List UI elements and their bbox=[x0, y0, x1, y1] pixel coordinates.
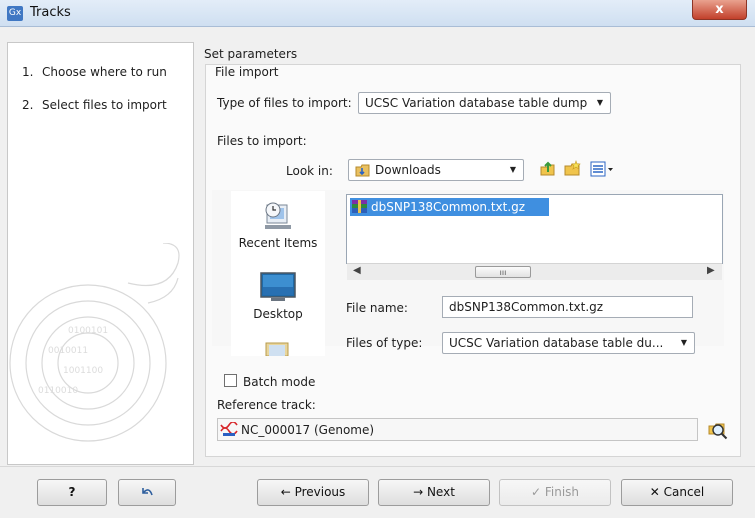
previous-button[interactable]: ← Previous bbox=[257, 479, 369, 506]
up-folder-icon[interactable] bbox=[539, 160, 556, 177]
files-of-type-label: Files of type: bbox=[346, 336, 423, 350]
cancel-label: Cancel bbox=[663, 485, 705, 499]
look-in-dropdown[interactable]: Downloads ▼ bbox=[348, 159, 524, 181]
places-sidebar: Recent Items Desktop bbox=[231, 191, 325, 356]
genome-track-icon bbox=[220, 422, 238, 436]
step-select-files-to-import[interactable]: 2. Select files to import bbox=[22, 98, 167, 112]
chevron-down-icon: ▼ bbox=[596, 98, 603, 107]
window-title: Tracks bbox=[30, 5, 71, 20]
view-menu-icon[interactable] bbox=[590, 161, 614, 177]
place-label: Recent Items bbox=[238, 236, 318, 250]
svg-text:1001100: 1001100 bbox=[63, 366, 103, 376]
svg-text:0110010: 0110010 bbox=[38, 386, 78, 396]
finish-button[interactable]: ✓ Finish bbox=[499, 479, 611, 506]
browse-search-icon[interactable] bbox=[707, 419, 729, 441]
file-type-dropdown[interactable]: UCSC Variation database table dump ▼ bbox=[358, 92, 611, 114]
cancel-x-icon: ✕ bbox=[649, 485, 664, 499]
documents-icon bbox=[265, 342, 289, 356]
file-type-value: UCSC Variation database table dump bbox=[365, 96, 588, 110]
decorative-swirl-logo: 0100101 0010011 1001100 0110010 bbox=[9, 243, 180, 442]
folder-icon bbox=[355, 164, 370, 177]
step-number: 2. bbox=[22, 98, 34, 112]
archive-file-icon bbox=[352, 200, 367, 213]
close-icon: x bbox=[715, 2, 724, 17]
svg-text:0010011: 0010011 bbox=[48, 346, 88, 356]
new-folder-icon[interactable] bbox=[564, 160, 581, 177]
step-label: Select files to import bbox=[42, 98, 167, 112]
chevron-down-icon: ▼ bbox=[680, 338, 687, 347]
horizontal-scrollbar[interactable]: ◀ ııı ▶ bbox=[347, 263, 722, 280]
checkmark-icon: ✓ bbox=[530, 485, 545, 499]
reference-track-label: Reference track: bbox=[217, 398, 316, 412]
scroll-thumb[interactable]: ııı bbox=[475, 266, 531, 278]
group-title: File import bbox=[213, 65, 281, 79]
title-bar: Gx Tracks bbox=[0, 0, 755, 27]
step-label: Choose where to run bbox=[42, 65, 167, 79]
file-name: dbSNP138Common.txt.gz bbox=[371, 200, 526, 214]
look-in-value: Downloads bbox=[375, 163, 441, 177]
undo-icon bbox=[142, 488, 153, 496]
files-of-type-dropdown[interactable]: UCSC Variation database table du... ▼ bbox=[442, 332, 695, 354]
file-name-label: File name: bbox=[346, 301, 408, 315]
cancel-button[interactable]: ✕ Cancel bbox=[621, 479, 733, 506]
close-button[interactable]: x bbox=[692, 0, 747, 20]
next-label: Next bbox=[426, 485, 455, 499]
place-label: Desktop bbox=[253, 307, 303, 321]
place-recent-items[interactable]: Recent Items bbox=[231, 199, 325, 250]
place-desktop[interactable]: Desktop bbox=[231, 271, 325, 321]
wizard-steps-panel: 0100101 0010011 1001100 0110010 1. Choose… bbox=[7, 42, 194, 465]
look-in-label: Look in: bbox=[286, 164, 333, 178]
reference-track-value: NC_000017 (Genome) bbox=[241, 423, 375, 437]
batch-mode-checkbox[interactable] bbox=[224, 374, 237, 387]
desktop-icon bbox=[260, 272, 296, 301]
files-of-type-value: UCSC Variation database table du... bbox=[449, 336, 664, 350]
previous-label: Previous bbox=[294, 485, 346, 499]
files-to-import-label: Files to import: bbox=[217, 134, 307, 148]
recent-items-icon bbox=[265, 202, 291, 229]
scroll-right-icon[interactable]: ▶ bbox=[707, 265, 715, 276]
next-button[interactable]: → Next bbox=[378, 479, 490, 506]
type-of-files-label: Type of files to import: bbox=[217, 96, 352, 110]
footer-divider bbox=[0, 466, 755, 467]
panel-title: Set parameters bbox=[204, 47, 298, 61]
svg-text:0100101: 0100101 bbox=[68, 326, 108, 336]
step-choose-where-to-run[interactable]: 1. Choose where to run bbox=[22, 65, 167, 79]
app-logo-icon: Gx bbox=[7, 6, 23, 21]
chevron-down-icon: ▼ bbox=[509, 165, 516, 174]
step-number: 1. bbox=[22, 65, 34, 79]
arrow-right-icon: → bbox=[413, 485, 427, 499]
arrow-left-icon: ← bbox=[280, 485, 295, 499]
batch-mode-label: Batch mode bbox=[243, 375, 316, 389]
file-name-field[interactable]: dbSNP138Common.txt.gz bbox=[442, 296, 693, 318]
reset-button[interactable] bbox=[118, 479, 176, 506]
help-button[interactable]: ? bbox=[37, 479, 107, 506]
finish-label: Finish bbox=[544, 485, 580, 499]
scroll-left-icon[interactable]: ◀ bbox=[353, 265, 361, 276]
